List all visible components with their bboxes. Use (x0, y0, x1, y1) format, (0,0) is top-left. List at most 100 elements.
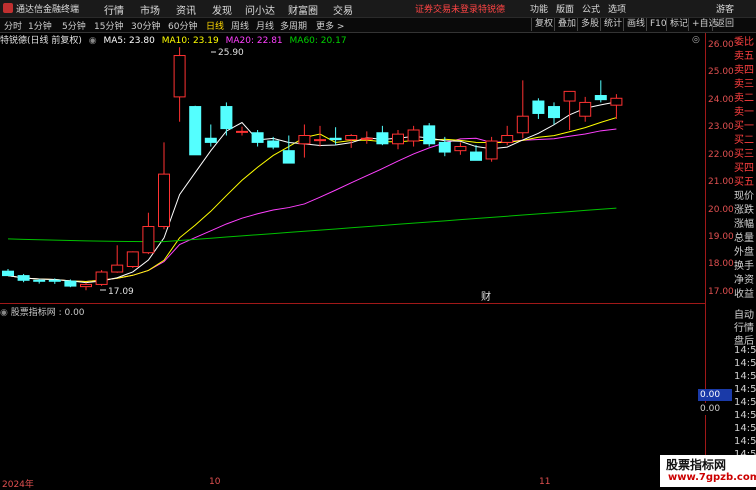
candle (2, 268, 14, 277)
side-label: 买一 (734, 121, 754, 132)
menu-caifuquan[interactable]: 财富圈 (288, 2, 318, 17)
candle (485, 136, 498, 162)
candle (376, 125, 389, 146)
btn-tongji[interactable]: 统计 (600, 18, 625, 31)
title-bar: 通达信金融终端 行情 市场 资讯 发现 问小达 财富圈 交易 证券交易未登录 特… (0, 0, 756, 18)
candle (610, 94, 623, 119)
indicator-value-badge: 0.00 (698, 389, 732, 401)
menu-shichang[interactable]: 市场 (140, 2, 160, 17)
axis-label: 26.00 (708, 40, 734, 50)
period-fenshi[interactable]: 分时 (4, 19, 22, 32)
side-label: 换手 (734, 261, 754, 272)
btn-fuquan[interactable]: 复权 (531, 18, 556, 31)
side-label: 买四 (734, 163, 754, 174)
period-1min[interactable]: 1分钟 (28, 19, 52, 32)
candle (236, 126, 248, 136)
ma10-line (7, 117, 617, 282)
menu-wenxiaoda[interactable]: 问小达 (245, 2, 275, 17)
menu-xuanxiang[interactable]: 选项 (608, 2, 626, 15)
axis-label: 23.00 (708, 122, 734, 132)
side-label: 卖二 (734, 93, 754, 104)
side-label: 14:50 (734, 436, 756, 447)
x-label-11: 11 (539, 477, 551, 487)
axis-label: 17.00 (708, 287, 734, 297)
candle (126, 251, 139, 268)
period-month[interactable]: 月线 (256, 19, 274, 32)
period-week[interactable]: 周线 (231, 19, 249, 32)
candle (548, 102, 560, 125)
menu-jiaoyi[interactable]: 交易 (333, 2, 353, 17)
period-5min[interactable]: 5分钟 (62, 19, 86, 32)
axis-label: 24.00 (708, 95, 734, 105)
axis-label: 20.00 (708, 205, 734, 215)
btn-diejia[interactable]: 叠加 (554, 18, 579, 31)
candle (501, 125, 514, 146)
legend-gear-icon[interactable]: ◉ (89, 36, 97, 46)
indicator-name-value: 股票指标网 : 0.00 (10, 308, 85, 318)
trade-login-notice[interactable]: 证券交易未登录 (415, 2, 478, 15)
x-label-2024: 2024年 (2, 480, 34, 490)
guest-login[interactable]: 游客 (716, 2, 734, 15)
chart-settings-icon[interactable]: ◎ (692, 35, 700, 45)
side-label: 卖三 (734, 79, 754, 90)
candle (532, 98, 545, 119)
side-label: 卖一 (734, 107, 754, 118)
candle (516, 80, 529, 139)
side-label: 收益 (734, 289, 754, 300)
side-label: 总量 (734, 233, 754, 244)
menu-gongshi[interactable]: 公式 (582, 2, 600, 15)
side-label: 14:50 (734, 345, 756, 356)
candle (204, 124, 217, 147)
side-label: 涨跌 (734, 205, 754, 216)
period-more[interactable]: 更多 > (316, 19, 344, 32)
indicator-gear-icon[interactable]: ◉ (0, 308, 8, 318)
ma20-value: MA20: 22.81 (225, 36, 283, 46)
menu-gongneng[interactable]: 功能 (530, 2, 548, 15)
btn-duogu[interactable]: 多股 (577, 18, 602, 31)
side-label: 14:50 (734, 410, 756, 421)
price-chart[interactable]: 25.90 17.09 财 (0, 33, 706, 465)
side-label: 14:50 (734, 423, 756, 434)
indicator-value-badge-2: 0.00 (698, 403, 732, 415)
side-label: 净资 (734, 275, 754, 286)
current-stock-name: 特锐德 (478, 5, 506, 15)
candle (189, 105, 202, 156)
ma60-value: MA60: 20.17 (289, 36, 347, 46)
candle (392, 129, 404, 150)
period-day[interactable]: 日线 (206, 19, 224, 32)
period-60min[interactable]: 60分钟 (168, 19, 197, 32)
ma5-value: MA5: 23.80 (103, 36, 155, 46)
menu-zixun[interactable]: 资讯 (176, 2, 196, 17)
period-30min[interactable]: 30分钟 (131, 19, 160, 32)
menu-faxian[interactable]: 发现 (212, 2, 232, 17)
caibao-marker[interactable]: 财 (481, 290, 491, 303)
menu-banmian[interactable]: 版面 (556, 2, 574, 15)
menu-hangqing[interactable]: 行情 (104, 2, 124, 17)
x-label-10: 10 (209, 477, 221, 487)
candle (594, 80, 607, 103)
period-toolbar: 分时 1分钟 5分钟 15分钟 30分钟 60分钟 日线 周线 月线 多周期 更… (0, 18, 756, 33)
side-label: 买三 (734, 149, 754, 160)
side-label: 买二 (734, 135, 754, 146)
side-label: 外盘 (734, 247, 754, 258)
side-label: 14:50 (734, 371, 756, 382)
indicator-legend: ◉ 股票指标网 : 0.00 (0, 305, 85, 318)
candle (142, 212, 155, 255)
candle (158, 142, 170, 230)
btn-back[interactable]: 返回 (712, 18, 737, 31)
period-15min[interactable]: 15分钟 (94, 19, 123, 32)
candle (579, 96, 592, 122)
app-name: 通达信金融终端 (16, 5, 80, 15)
side-label: 卖五 (734, 51, 754, 62)
axis-label: 21.00 (708, 177, 734, 187)
btn-huaxian[interactable]: 画线 (623, 18, 648, 31)
period-multi[interactable]: 多周期 (280, 19, 307, 32)
app-logo-icon (3, 3, 13, 13)
side-label: 现价 (734, 191, 754, 202)
candle (80, 282, 92, 291)
candle (220, 102, 233, 136)
candle (95, 270, 108, 286)
stock-period-title: 特锐德(日线 前复权) (0, 36, 82, 46)
candle (111, 245, 124, 273)
ma60-line (7, 207, 617, 243)
